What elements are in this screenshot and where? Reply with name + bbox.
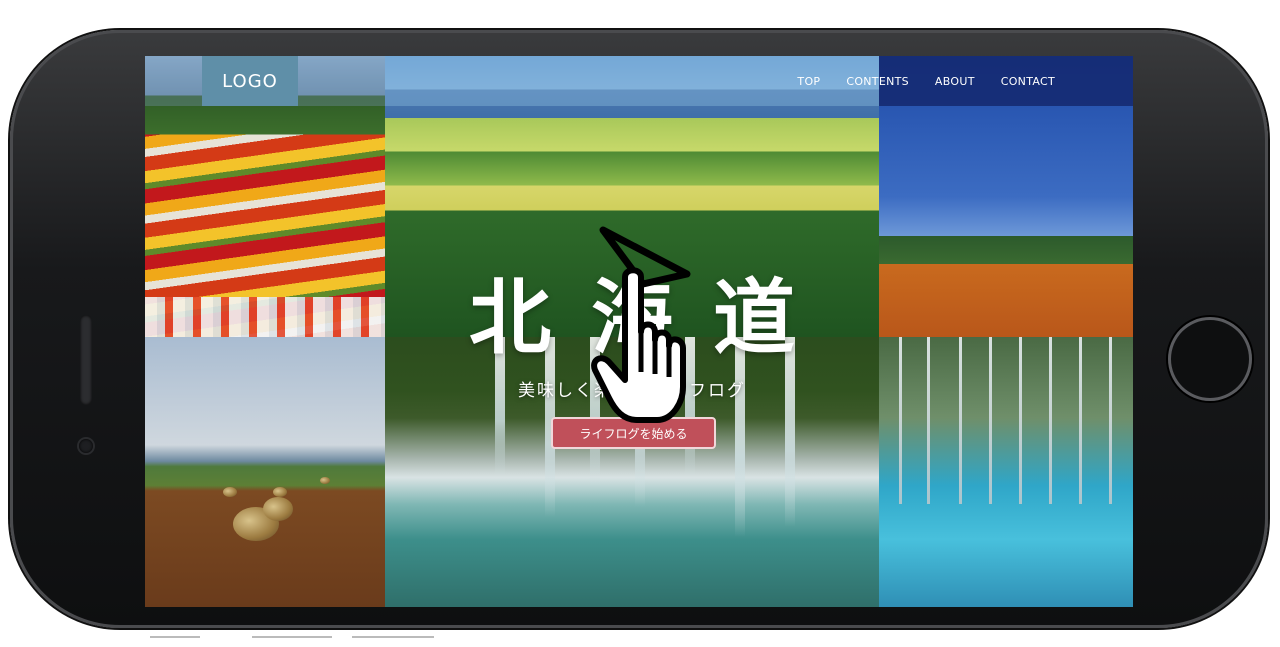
logo[interactable]: LOGO — [202, 56, 298, 106]
phone-home-button[interactable] — [1168, 317, 1252, 401]
divider — [150, 636, 200, 638]
nav-link-about[interactable]: ABOUT — [935, 75, 975, 88]
nav-link-top[interactable]: TOP — [797, 75, 820, 88]
blue-pond-photo — [879, 337, 1133, 607]
nav-links: TOP CONTENTS ABOUT CONTACT — [797, 56, 1055, 106]
hay-bale-field-photo — [145, 337, 385, 607]
divider — [352, 636, 434, 638]
nav-link-contents[interactable]: CONTENTS — [846, 75, 909, 88]
phone-camera — [79, 439, 93, 453]
divider — [252, 636, 332, 638]
nav-link-contact[interactable]: CONTACT — [1001, 75, 1055, 88]
header-nav: LOGO TOP CONTENTS ABOUT CONTACT — [145, 56, 1133, 106]
hand-pointer-cursor-icon — [591, 226, 691, 423]
phone-speaker — [80, 315, 92, 405]
